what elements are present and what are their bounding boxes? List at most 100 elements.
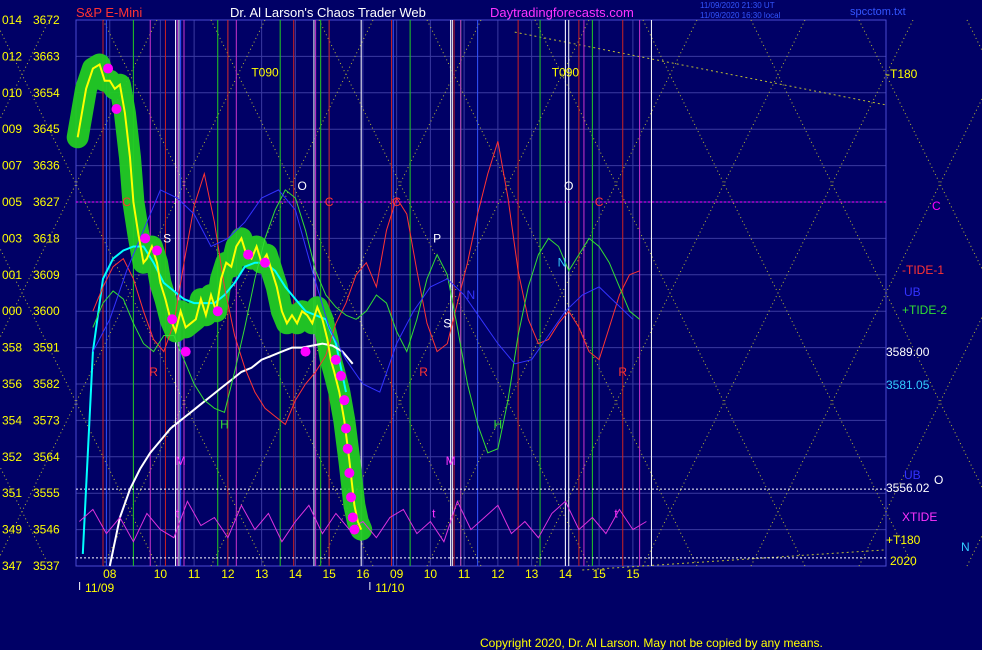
y-tick-right: 3636 xyxy=(33,159,60,173)
pivot-dot xyxy=(152,245,162,256)
site-link[interactable]: Daytradingforecasts.com xyxy=(490,5,634,20)
x-tick-label: 09 xyxy=(390,567,404,581)
chart-annotation: N xyxy=(558,256,567,270)
y-tick-left: 349 xyxy=(2,523,22,537)
y-tick-right: 3654 xyxy=(33,86,60,100)
chart-annotation: C xyxy=(122,195,131,209)
y-tick-right: 3618 xyxy=(33,231,60,245)
x-tick-label: 12 xyxy=(491,567,505,581)
y-tick-right: 3537 xyxy=(33,559,60,573)
chart-annotation: N xyxy=(467,288,476,302)
y-tick-right: 3555 xyxy=(33,486,60,500)
y-tick-right: 3591 xyxy=(33,341,60,355)
file-name: spcctom.txt xyxy=(850,6,906,18)
x-tick-label: 10 xyxy=(424,567,438,581)
copyright: Copyright 2020, Dr. Al Larson. May not b… xyxy=(480,636,823,650)
chart-annotation: M xyxy=(176,454,186,468)
right-label: C xyxy=(932,199,941,213)
x-tick-label: 15 xyxy=(626,567,640,581)
x-tick-label: 12 xyxy=(221,567,235,581)
y-tick-right: 3573 xyxy=(33,413,60,427)
pivot-dot xyxy=(335,370,346,381)
chart-annotation: O xyxy=(297,179,306,193)
right-label: N xyxy=(961,540,970,554)
chart-annotation: R xyxy=(618,365,627,379)
y-tick-left: 010 xyxy=(2,86,22,100)
chart-annotation: H xyxy=(494,417,503,431)
right-label: 2020 xyxy=(890,554,917,568)
y-tick-left: 007 xyxy=(2,159,22,173)
x-tick-label: 16 xyxy=(356,567,370,581)
right-label: O xyxy=(934,473,943,487)
pivot-dot xyxy=(330,354,341,365)
y-tick-left: 003 xyxy=(2,231,22,245)
y-tick-left: 000 xyxy=(2,304,22,318)
pivot-dot xyxy=(341,423,351,434)
x-tick-label: 10 xyxy=(154,567,168,581)
date-label: 11/10 xyxy=(375,581,404,595)
x-tick-label: 15 xyxy=(592,567,606,581)
y-tick-right: 3546 xyxy=(33,523,60,537)
timestamp-2: 11/09/2020 16:30 local xyxy=(700,11,781,20)
y-tick-right: 3600 xyxy=(33,304,60,318)
y-tick-right: 3564 xyxy=(33,450,60,464)
pivot-dot xyxy=(103,63,114,74)
chart-annotation: R xyxy=(149,365,158,379)
x-tick-label: 15 xyxy=(322,567,336,581)
chart-annotation: C xyxy=(392,195,401,209)
pivot-dot xyxy=(347,512,358,523)
x-tick-label: 11 xyxy=(458,567,471,581)
y-tick-left: 354 xyxy=(2,413,22,427)
y-tick-left: 356 xyxy=(2,377,22,391)
y-tick-left: 347 xyxy=(2,559,22,573)
chart-annotation: T090 xyxy=(552,66,580,80)
y-tick-right: 3645 xyxy=(33,122,60,136)
pivot-dot xyxy=(346,492,357,503)
pivot-dot xyxy=(344,467,355,478)
pivot-dot xyxy=(140,233,151,244)
chart-annotation: C xyxy=(595,195,604,209)
pivot-dot xyxy=(167,314,178,325)
pivot-dot xyxy=(300,346,311,357)
chart-annotation: O xyxy=(564,179,573,193)
chart-background xyxy=(0,0,982,650)
y-tick-right: 3582 xyxy=(33,377,60,391)
chart-annotation: M xyxy=(446,454,456,468)
pivot-dot xyxy=(260,257,270,268)
right-label: +TIDE-2 xyxy=(902,303,947,317)
x-tick-label: 14 xyxy=(289,567,303,581)
pivot-dot xyxy=(342,443,353,454)
date-label: 11/09 xyxy=(85,581,114,595)
y-tick-left: 012 xyxy=(2,49,22,63)
chart-annotation: R xyxy=(419,365,428,379)
chart-annotation: S xyxy=(163,231,171,245)
chart-canvas: 014 3672 012 3663 010 3654 009 3645 007 3636 005 36… xyxy=(0,0,982,650)
x-tick-label: 13 xyxy=(525,567,539,581)
x-tick-label: 08 xyxy=(103,567,117,581)
pivot-dot xyxy=(349,524,360,535)
y-tick-right: 3609 xyxy=(33,268,60,282)
right-label: -TIDE-1 xyxy=(902,263,944,277)
right-label: +T180 xyxy=(886,533,921,547)
right-label: 3581.05 xyxy=(886,378,930,392)
y-tick-right: 3663 xyxy=(33,49,60,63)
y-tick-left: 351 xyxy=(2,486,22,500)
chart-annotation: C xyxy=(325,195,334,209)
chart-annotation: T090 xyxy=(251,66,279,80)
chart-title: Dr. Al Larson's Chaos Trader Web xyxy=(230,5,426,20)
instrument-label: S&P E-Mini xyxy=(76,5,142,20)
y-tick-left: 005 xyxy=(2,195,22,209)
y-tick-left: 001 xyxy=(2,268,22,282)
y-tick-right: 3672 xyxy=(33,13,60,27)
right-label: 3589.00 xyxy=(886,345,930,359)
pivot-dot xyxy=(243,249,254,260)
x-tick-label: 14 xyxy=(559,567,573,581)
y-tick-left: 009 xyxy=(2,122,22,136)
y-tick-left: 352 xyxy=(2,450,22,464)
y-tick-left: 014 xyxy=(2,13,22,27)
pivot-dot xyxy=(212,306,223,317)
right-label: 3556.02 xyxy=(886,481,930,495)
pivot-dot xyxy=(111,103,122,114)
chart-annotation: H xyxy=(220,417,229,431)
timestamp-1: 11/09/2020 21:30 UT xyxy=(700,1,775,10)
